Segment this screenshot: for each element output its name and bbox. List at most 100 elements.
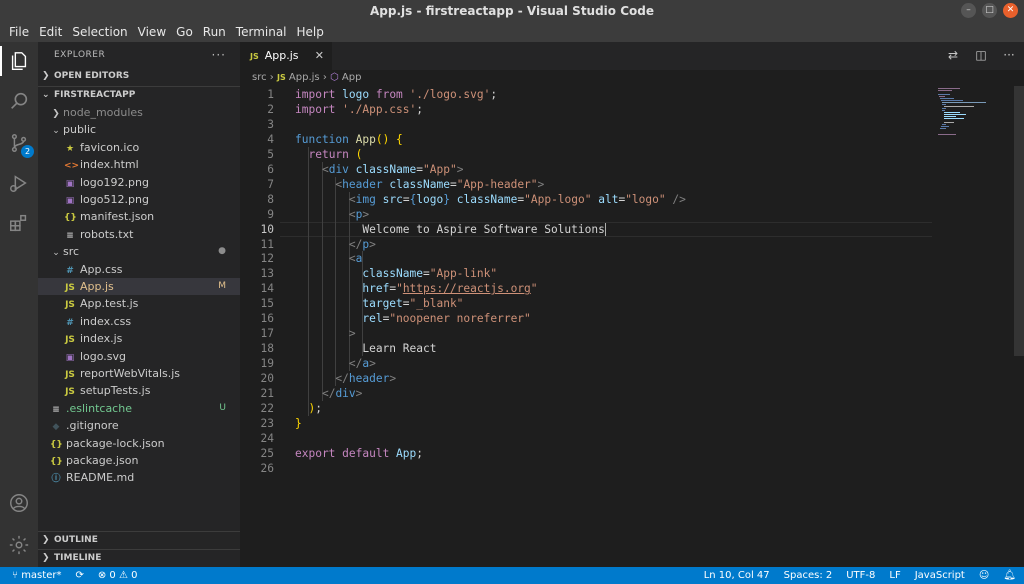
minimap[interactable]: [936, 86, 1014, 146]
code-line: 8 <img src={logo} className="App-logo" a…: [240, 192, 940, 207]
code-line: 15 target="_blank": [240, 296, 940, 311]
source-control-icon[interactable]: 2: [6, 130, 34, 158]
code-text: }: [295, 416, 302, 431]
code-token: () {: [375, 132, 403, 146]
tree-item-logo512-png[interactable]: ▣ logo512.png: [38, 191, 240, 208]
tree-item-node-modules[interactable]: ❯ node_modules: [38, 104, 240, 121]
editor-scrollbar[interactable]: [1014, 86, 1024, 356]
code-token: ;: [490, 88, 498, 101]
tree-item-label: node_modules: [63, 106, 143, 119]
activity-bar: 2: [0, 42, 38, 567]
line-number: 18: [260, 342, 274, 356]
explorer-icon[interactable]: [6, 48, 32, 74]
language-mode[interactable]: JavaScript: [915, 567, 965, 584]
encoding[interactable]: UTF-8: [846, 567, 875, 584]
branch-indicator[interactable]: ⑂ master*: [12, 567, 61, 584]
tree-item-index-js[interactable]: JS index.js: [38, 330, 240, 347]
code-token: "App-link": [429, 267, 498, 281]
code-token: a: [355, 252, 363, 266]
tree-item-index-css[interactable]: # index.css: [38, 313, 240, 330]
tree-item-src[interactable]: ⌄ src ●: [38, 243, 240, 260]
tree-item-index-html[interactable]: <>index.html: [38, 156, 240, 173]
line-number: 26: [260, 461, 274, 475]
menu-run[interactable]: Run: [198, 22, 231, 42]
menu-help[interactable]: Help: [292, 22, 329, 42]
extensions-icon[interactable]: [6, 210, 32, 236]
code-line: 24: [240, 431, 940, 446]
tree-item-app-test-js[interactable]: JS App.test.js: [38, 295, 240, 312]
feedback-icon[interactable]: ☺: [979, 567, 989, 584]
tree-item-label: reportWebVitals.js: [80, 367, 181, 380]
menu-edit[interactable]: Edit: [34, 22, 67, 42]
code-line: 22 );: [240, 401, 940, 416]
indentation[interactable]: Spaces: 2: [784, 567, 833, 584]
more-actions-icon[interactable]: ···: [1002, 48, 1016, 62]
notifications-bell-icon[interactable]: 🔔︎: [1003, 567, 1016, 584]
explorer-title: EXPLORER: [54, 50, 106, 60]
cursor-position[interactable]: Ln 10, Col 47: [704, 567, 770, 584]
code-text: </a>: [295, 356, 376, 371]
code-editor[interactable]: 1 import logo from './logo.svg'; 2 import '…: [240, 86, 940, 561]
open-changes-icon[interactable]: ⇄: [946, 48, 960, 62]
explorer-header: EXPLORER ···: [38, 42, 240, 68]
tree-item-setuptests-js[interactable]: JS setupTests.js: [38, 382, 240, 399]
menu-view[interactable]: View: [133, 22, 171, 42]
menu-selection[interactable]: Selection: [67, 22, 132, 42]
outline-section[interactable]: ❯ OUTLINE: [38, 531, 240, 549]
code-token: Learn React: [295, 342, 437, 356]
project-section[interactable]: ⌄ FIRSTREACTAPP: [38, 86, 240, 104]
code-token: import: [295, 88, 343, 101]
close-tab-icon[interactable]: ✕: [315, 42, 324, 70]
tree-item-logo192-png[interactable]: ▣ logo192.png: [38, 174, 240, 191]
line-number: 3: [267, 117, 274, 131]
sync-button[interactable]: ⟳: [75, 567, 83, 584]
problems-indicator[interactable]: ⊗ 0 ⚠ 0: [98, 567, 138, 584]
tree-item-app-js[interactable]: JS App.js M: [38, 278, 240, 295]
breadcrumb-symbol[interactable]: App: [342, 72, 362, 83]
menu-file[interactable]: File: [4, 22, 34, 42]
timeline-section[interactable]: ❯ TIMELINE: [38, 549, 240, 567]
code-text: <img src={logo} className="App-logo" alt…: [295, 192, 686, 207]
tree-item-logo-svg[interactable]: ▣ logo.svg: [38, 348, 240, 365]
tree-item-reportwebvitals-js[interactable]: JS reportWebVitals.js: [38, 365, 240, 382]
tree-item-public[interactable]: ⌄ public: [38, 121, 240, 138]
code-token: header: [348, 372, 390, 386]
tree-item-manifest-json[interactable]: {} manifest.json: [38, 208, 240, 225]
tree-item-gitignore[interactable]: ◆ .gitignore: [38, 417, 240, 434]
tab-app-js[interactable]: JS App.js ✕: [240, 42, 332, 70]
maximize-button[interactable]: □: [982, 3, 997, 18]
tree-item-eslintcache[interactable]: ≡ .eslintcache U: [38, 400, 240, 417]
minimize-button[interactable]: –: [961, 3, 976, 18]
tree-item-package-lock-json[interactable]: {} package-lock.json: [38, 435, 240, 452]
breadcrumb-folder[interactable]: src: [252, 72, 267, 83]
search-icon[interactable]: [6, 88, 32, 114]
code-text: import './App.css';: [295, 102, 423, 117]
more-actions-icon[interactable]: ···: [212, 42, 226, 68]
tree-item-label: index.js: [80, 332, 123, 346]
settings-gear-icon[interactable]: [6, 532, 32, 558]
accounts-icon[interactable]: [6, 490, 32, 516]
close-window-button[interactable]: ✕: [1003, 3, 1018, 18]
tree-item-favicon-ico[interactable]: ★ favicon.ico: [38, 139, 240, 156]
line-number: 16: [260, 312, 274, 326]
tree-item-package-json[interactable]: {} package.json: [38, 452, 240, 469]
tree-item-label: App.js: [80, 280, 114, 293]
code-token: "logo": [625, 192, 673, 206]
end-of-line[interactable]: LF: [889, 567, 900, 584]
split-editor-icon[interactable]: ◫: [974, 48, 988, 62]
text-cursor: [604, 223, 606, 237]
menu-go[interactable]: Go: [171, 22, 198, 42]
code-token: ": [396, 282, 403, 296]
code-token: src: [382, 192, 403, 206]
breadcrumb-file[interactable]: App.js: [289, 72, 320, 83]
tree-item-robots-txt[interactable]: ≡ robots.txt: [38, 226, 240, 243]
tree-item-readme-md[interactable]: ⓘ README.md: [38, 469, 240, 486]
open-editors-section[interactable]: ❯ OPEN EDITORS: [38, 68, 240, 85]
code-line: 19 </a>: [240, 356, 940, 371]
menu-terminal[interactable]: Terminal: [231, 22, 292, 42]
code-line: 16 rel="noopener noreferrer": [240, 311, 940, 326]
run-debug-icon[interactable]: [6, 170, 32, 196]
tree-item-label: App.test.js: [80, 297, 139, 311]
tree-item-app-css[interactable]: # App.css: [38, 261, 240, 278]
